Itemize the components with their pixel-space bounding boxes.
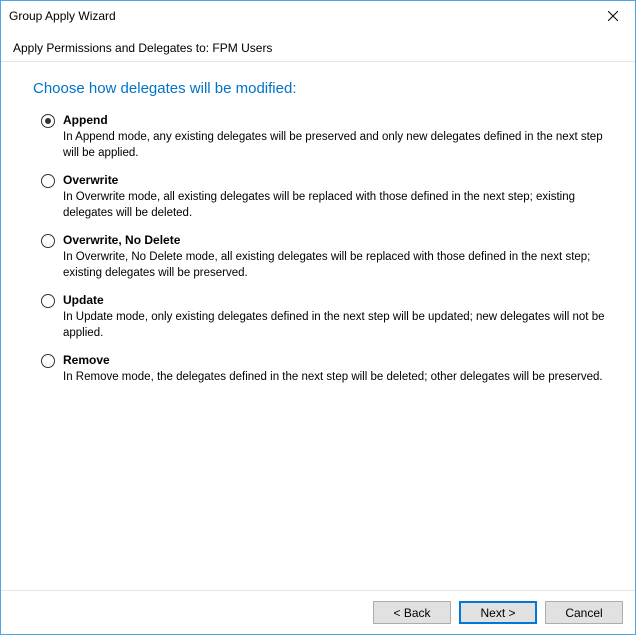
- section-heading: Choose how delegates will be modified:: [33, 80, 609, 97]
- option-append[interactable]: Append In Append mode, any existing dele…: [41, 113, 605, 161]
- radio-overwrite-no-delete[interactable]: [41, 234, 55, 248]
- content-area: Choose how delegates will be modified: A…: [1, 62, 635, 590]
- option-update[interactable]: Update In Update mode, only existing del…: [41, 293, 605, 341]
- close-icon: [608, 11, 618, 21]
- option-description: In Update mode, only existing delegates …: [63, 311, 605, 339]
- radio-update[interactable]: [41, 294, 55, 308]
- option-body: Update In Update mode, only existing del…: [63, 293, 605, 341]
- option-description: In Overwrite, No Delete mode, all existi…: [63, 251, 590, 279]
- option-description: In Append mode, any existing delegates w…: [63, 131, 603, 159]
- radio-append[interactable]: [41, 114, 55, 128]
- close-button[interactable]: [590, 1, 635, 31]
- cancel-button[interactable]: Cancel: [545, 601, 623, 624]
- footer: < Back Next > Cancel: [1, 590, 635, 634]
- option-description: In Overwrite mode, all existing delegate…: [63, 191, 575, 219]
- radio-overwrite[interactable]: [41, 174, 55, 188]
- page-subtitle: Apply Permissions and Delegates to: FPM …: [1, 31, 635, 61]
- back-button[interactable]: < Back: [373, 601, 451, 624]
- titlebar: Group Apply Wizard: [1, 1, 635, 31]
- options-group: Append In Append mode, any existing dele…: [41, 113, 605, 384]
- option-body: Remove In Remove mode, the delegates def…: [63, 353, 605, 385]
- option-overwrite[interactable]: Overwrite In Overwrite mode, all existin…: [41, 173, 605, 221]
- next-button[interactable]: Next >: [459, 601, 537, 624]
- option-body: Overwrite, No Delete In Overwrite, No De…: [63, 233, 605, 281]
- option-remove[interactable]: Remove In Remove mode, the delegates def…: [41, 353, 605, 385]
- option-body: Overwrite In Overwrite mode, all existin…: [63, 173, 605, 221]
- option-overwrite-no-delete[interactable]: Overwrite, No Delete In Overwrite, No De…: [41, 233, 605, 281]
- option-label: Append: [63, 113, 605, 127]
- option-description: In Remove mode, the delegates defined in…: [63, 371, 603, 383]
- wizard-window: Group Apply Wizard Apply Permissions and…: [0, 0, 636, 635]
- option-body: Append In Append mode, any existing dele…: [63, 113, 605, 161]
- option-label: Update: [63, 293, 605, 307]
- option-label: Remove: [63, 353, 605, 367]
- radio-remove[interactable]: [41, 354, 55, 368]
- option-label: Overwrite, No Delete: [63, 233, 605, 247]
- option-label: Overwrite: [63, 173, 605, 187]
- window-title: Group Apply Wizard: [9, 9, 590, 23]
